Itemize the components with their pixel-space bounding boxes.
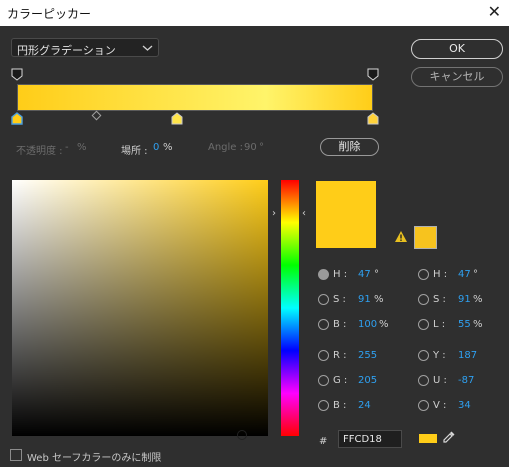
angle-unit: ° <box>259 142 264 153</box>
rgb-g-label: G : <box>333 375 348 386</box>
hex-color-swatch <box>419 434 437 443</box>
opacity-unit: % <box>77 142 87 153</box>
hsl-h-label: H : <box>433 269 448 280</box>
yuv-y-value[interactable]: 187 <box>458 350 477 361</box>
hue-slider-left-arrow-icon[interactable]: › <box>272 208 276 219</box>
hex-input-value: FFCD18 <box>343 434 382 445</box>
saturation-brightness-field[interactable] <box>12 180 268 436</box>
radio-hsl-h[interactable] <box>418 269 429 280</box>
dialog-body: 円形グラデーション OK キャンセル 不透明度 : - % 場所 : 0 % A… <box>0 26 509 467</box>
hsb-h-label: H : <box>333 269 348 280</box>
color-stop-middle[interactable] <box>171 112 183 125</box>
angle-value: 90 <box>244 142 257 153</box>
gamut-corrected-swatch[interactable] <box>414 226 437 249</box>
angle-label: Angle : <box>208 142 244 153</box>
rgb-r-label: R : <box>333 350 347 361</box>
gradient-type-label: 円形グラデーション <box>17 44 116 57</box>
radio-rgb-b[interactable] <box>318 400 329 411</box>
color-picker-window: カラーピッカー ✕ 円形グラデーション OK キャンセル 不透明度 : - % … <box>0 0 509 467</box>
hsb-b-unit: % <box>379 319 389 330</box>
yuv-v-value[interactable]: 34 <box>458 400 471 411</box>
location-unit: % <box>163 142 173 153</box>
color-stop-right[interactable] <box>367 112 379 125</box>
hsb-s-unit: % <box>374 294 384 305</box>
hsl-h-unit: ° <box>473 269 478 280</box>
radio-hsb-h[interactable] <box>318 269 329 280</box>
radio-yuv-v[interactable] <box>418 400 429 411</box>
radio-hsb-s[interactable] <box>318 294 329 305</box>
hsb-s-label: S : <box>333 294 346 305</box>
hsl-s-label: S : <box>433 294 446 305</box>
rgb-b-value[interactable]: 24 <box>358 400 371 411</box>
radio-yuv-y[interactable] <box>418 350 429 361</box>
new-color-swatch <box>316 181 376 248</box>
hex-input[interactable]: FFCD18 <box>338 430 402 448</box>
gradient-type-dropdown[interactable]: 円形グラデーション <box>11 38 159 57</box>
radio-rgb-g[interactable] <box>318 375 329 386</box>
radio-rgb-r[interactable] <box>318 350 329 361</box>
out-of-gamut-warning-icon[interactable] <box>394 230 408 243</box>
title-bar: カラーピッカー ✕ <box>0 0 509 26</box>
yuv-u-value[interactable]: -87 <box>458 375 474 386</box>
hsl-l-unit: % <box>473 319 483 330</box>
color-stop-selected[interactable] <box>11 112 23 125</box>
hue-slider[interactable] <box>281 180 299 436</box>
radio-hsl-l[interactable] <box>418 319 429 330</box>
hsl-h-value[interactable]: 47 <box>458 269 471 280</box>
opacity-value: - <box>65 142 69 153</box>
opacity-stop-left[interactable] <box>11 68 23 81</box>
hex-hash-label: # <box>319 436 328 447</box>
hsb-h-value[interactable]: 47 <box>358 269 371 280</box>
rgb-g-value[interactable]: 205 <box>358 375 377 386</box>
rgb-b-label: B : <box>333 400 347 411</box>
hsl-s-value[interactable]: 91 <box>458 294 471 305</box>
delete-stop-button[interactable]: 削除 <box>320 138 379 156</box>
hsb-h-unit: ° <box>374 269 379 280</box>
hsl-s-unit: % <box>473 294 483 305</box>
chevron-down-icon <box>142 45 153 51</box>
location-value[interactable]: 0 <box>153 142 159 153</box>
opacity-label: 不透明度 : <box>16 146 63 157</box>
hsl-l-label: L : <box>433 319 446 330</box>
opacity-stop-right[interactable] <box>367 68 379 81</box>
web-safe-label[interactable]: Web セーフカラーのみに制限 <box>27 449 161 464</box>
hue-slider-right-arrow-icon[interactable]: ‹ <box>302 208 306 219</box>
ok-button[interactable]: OK <box>411 39 503 59</box>
web-safe-checkbox[interactable] <box>10 449 22 461</box>
close-icon[interactable]: ✕ <box>488 3 501 21</box>
hsb-b-label: B : <box>333 319 347 330</box>
field-cursor-ring[interactable] <box>237 430 247 440</box>
cancel-button[interactable]: キャンセル <box>411 67 503 87</box>
hsl-l-value[interactable]: 55 <box>458 319 471 330</box>
yuv-y-label: Y : <box>433 350 446 361</box>
location-label: 場所 : <box>121 146 148 157</box>
gradient-midpoint-diamond[interactable] <box>91 110 102 121</box>
yuv-u-label: U : <box>433 375 447 386</box>
eyedropper-icon[interactable] <box>441 429 457 445</box>
yuv-v-label: V : <box>433 400 447 411</box>
radio-hsb-b[interactable] <box>318 319 329 330</box>
radio-yuv-u[interactable] <box>418 375 429 386</box>
hsb-b-value[interactable]: 100 <box>358 319 377 330</box>
radio-hsl-s[interactable] <box>418 294 429 305</box>
gradient-preview-bar[interactable] <box>17 84 373 111</box>
window-title: カラーピッカー <box>7 7 92 21</box>
hsb-s-value[interactable]: 91 <box>358 294 371 305</box>
rgb-r-value[interactable]: 255 <box>358 350 377 361</box>
